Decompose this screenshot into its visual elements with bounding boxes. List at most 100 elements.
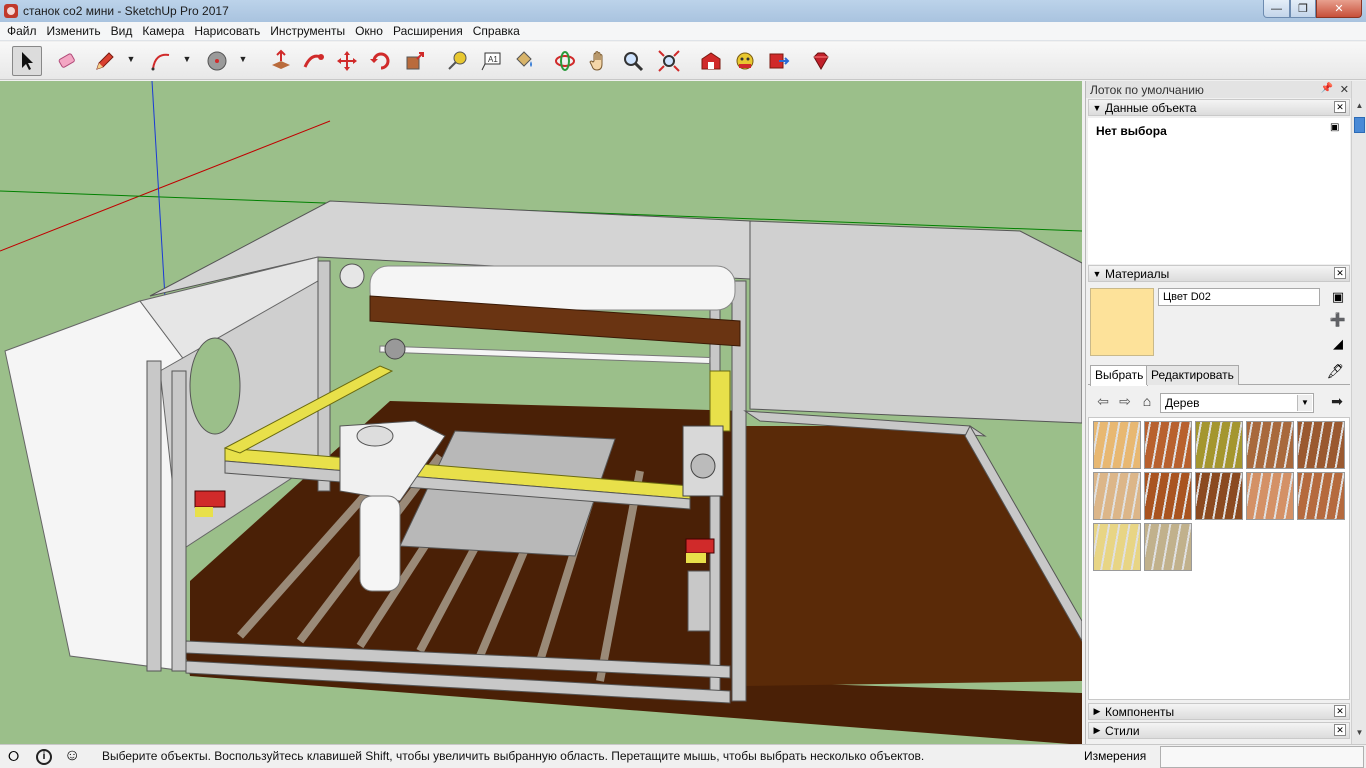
entity-info-title: Данные объекта	[1105, 100, 1197, 115]
scale-icon	[406, 52, 424, 70]
pan-tool-button[interactable]	[584, 46, 614, 76]
components-header[interactable]: ▶ Компоненты ✕	[1088, 703, 1350, 720]
status-bar: ⭘ i ☺ Выберите объекты. Воспользуйтесь к…	[0, 744, 1366, 768]
materials-nav-row: ⇦ ⇨ ⌂ Дерев ▼ ➡	[1088, 389, 1350, 413]
material-swatch-grid	[1088, 417, 1350, 700]
wood-swatch[interactable]	[1195, 421, 1243, 469]
styles-close-icon[interactable]: ✕	[1334, 724, 1346, 736]
components-close-icon[interactable]: ✕	[1334, 705, 1346, 717]
paint-bucket-tool-button[interactable]	[508, 46, 538, 76]
pin-icon[interactable]: 📌	[1321, 83, 1333, 94]
details-arrow-icon[interactable]: ➡	[1328, 392, 1346, 410]
menu-help[interactable]: Справка	[468, 22, 525, 41]
move-tool-button[interactable]	[332, 46, 362, 76]
menu-view[interactable]: Вид	[106, 22, 138, 41]
entity-info-close-icon[interactable]: ✕	[1334, 101, 1346, 113]
maximize-button[interactable]: ❐	[1290, 0, 1316, 18]
menu-edit[interactable]: Изменить	[42, 22, 106, 41]
model-viewport[interactable]	[0, 81, 1082, 744]
pencil-tool-button[interactable]	[90, 46, 120, 76]
shapes-dropdown-arrow[interactable]: ▼	[238, 54, 248, 64]
zoom-extents-tool-button[interactable]	[654, 46, 684, 76]
materials-title: Материалы	[1105, 266, 1170, 281]
tube-mount	[339, 263, 365, 289]
materials-header[interactable]: ▼ Материалы ✕	[1088, 265, 1350, 282]
details-toggle-icon[interactable]: ▣	[1330, 122, 1342, 136]
ruby-console-button[interactable]	[806, 46, 836, 76]
home-icon[interactable]: ⌂	[1138, 392, 1156, 410]
entity-info-header[interactable]: ▼ Данные объекта ✕	[1088, 99, 1350, 116]
expand-triangle-icon: ▶	[1093, 706, 1101, 716]
create-material-icon[interactable]: ➕	[1328, 310, 1348, 330]
menu-window[interactable]: Окно	[350, 22, 388, 41]
wood-swatch[interactable]	[1144, 472, 1192, 520]
geo-location-icon[interactable]: ⭘	[8, 748, 19, 765]
collection-select[interactable]: Дерев ▼	[1160, 393, 1314, 413]
arc-dropdown-arrow[interactable]: ▼	[182, 54, 192, 64]
eyedropper-icon[interactable]: 🖋	[1326, 363, 1344, 380]
close-button[interactable]: ✕	[1316, 0, 1362, 18]
wood-swatch[interactable]	[1093, 472, 1141, 520]
zoom-tool-button[interactable]	[618, 46, 648, 76]
wood-swatch[interactable]	[1144, 523, 1192, 571]
wood-swatch[interactable]	[1297, 421, 1345, 469]
menu-extensions[interactable]: Расширения	[388, 22, 468, 41]
menu-tools[interactable]: Инструменты	[265, 22, 350, 41]
text-tool-button[interactable]: A1	[476, 46, 506, 76]
scale-tool-button[interactable]	[400, 46, 430, 76]
details-toggle-icon[interactable]: ▣	[1328, 287, 1348, 307]
laser-cutter-model-scene	[0, 81, 1082, 744]
scroll-down-icon[interactable]: ▼	[1352, 726, 1366, 740]
limit-switch-right	[685, 538, 715, 554]
forward-arrow-icon[interactable]: ⇨	[1116, 392, 1134, 410]
scroll-thumb[interactable]	[1354, 117, 1365, 133]
menu-file[interactable]: Файл	[2, 22, 42, 41]
user-account-icon[interactable]: ☺	[64, 747, 80, 765]
tape-measure-tool-button[interactable]	[442, 46, 472, 76]
share-model-button[interactable]	[764, 46, 794, 76]
rotate-tool-button[interactable]	[366, 46, 396, 76]
select-tool-button[interactable]	[12, 46, 42, 76]
info-icon[interactable]: i	[36, 749, 52, 765]
arc-tool-button[interactable]	[146, 46, 176, 76]
measurements-input[interactable]	[1160, 746, 1364, 768]
tray-scrollbar[interactable]: ▲ ▼	[1351, 81, 1366, 744]
materials-close-icon[interactable]: ✕	[1334, 267, 1346, 279]
move-icon	[337, 51, 357, 71]
back-arrow-icon[interactable]: ⇦	[1094, 392, 1112, 410]
wood-swatch[interactable]	[1195, 472, 1243, 520]
paint-bucket-icon	[516, 51, 532, 67]
rotate-icon	[370, 52, 390, 70]
wood-swatch[interactable]	[1246, 472, 1294, 520]
eraser-tool-button[interactable]	[52, 46, 82, 76]
pencil-dropdown-arrow[interactable]: ▼	[126, 54, 136, 64]
extension-warehouse-button[interactable]	[730, 46, 760, 76]
pan-icon	[589, 51, 603, 71]
wood-swatch[interactable]	[1144, 421, 1192, 469]
no-selection-label: Нет выбора	[1096, 124, 1167, 138]
warehouse-button[interactable]	[696, 46, 726, 76]
scroll-up-icon[interactable]: ▲	[1352, 99, 1366, 113]
shapes-tool-button[interactable]	[202, 46, 232, 76]
menu-camera[interactable]: Камера	[137, 22, 189, 41]
orbit-tool-button[interactable]	[550, 46, 580, 76]
minimize-button[interactable]: —	[1263, 0, 1290, 18]
current-material-swatch[interactable]	[1090, 288, 1154, 356]
follow-me-tool-button[interactable]	[298, 46, 328, 76]
wood-swatch[interactable]	[1093, 421, 1141, 469]
tray-close-icon[interactable]: ✕	[1340, 83, 1349, 96]
wood-swatch[interactable]	[1297, 472, 1345, 520]
styles-header[interactable]: ▶ Стили ✕	[1088, 722, 1350, 739]
wood-swatch[interactable]	[1246, 421, 1294, 469]
tab-edit[interactable]: Редактировать	[1146, 365, 1239, 385]
entity-info-panel: Нет выбора ▣	[1088, 118, 1350, 264]
ruby-icon	[813, 52, 829, 70]
push-pull-tool-button[interactable]	[266, 46, 296, 76]
tab-select[interactable]: Выбрать	[1090, 365, 1149, 386]
menu-draw[interactable]: Нарисовать	[189, 22, 265, 41]
wood-swatch[interactable]	[1093, 523, 1141, 571]
default-material-icon[interactable]: ◢	[1328, 334, 1348, 354]
shapes-icon	[207, 51, 227, 71]
material-name-input[interactable]: Цвет D02	[1158, 288, 1320, 306]
chevron-down-icon: ▼	[1297, 395, 1312, 411]
